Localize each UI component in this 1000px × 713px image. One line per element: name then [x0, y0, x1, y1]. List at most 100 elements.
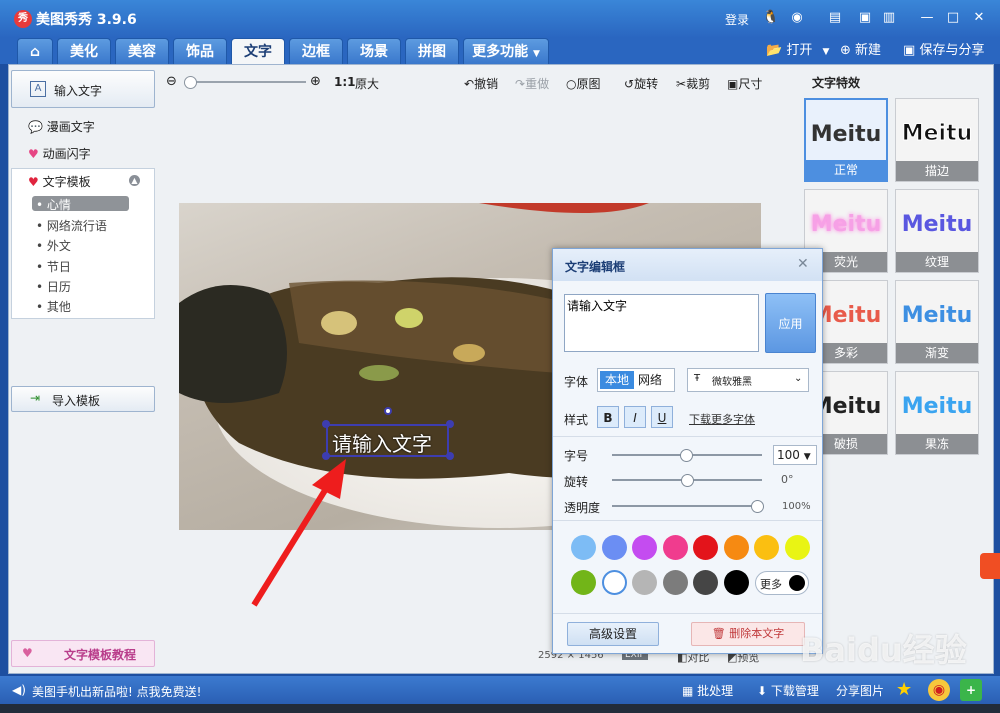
redo-button[interactable]: ↷重做: [515, 75, 549, 92]
color-swatch[interactable]: [784, 535, 810, 560]
download-manager-button[interactable]: ⬇ 下载管理: [757, 682, 819, 699]
message-icon[interactable]: ▣: [856, 9, 874, 27]
star-icon[interactable]: ★: [896, 679, 918, 701]
save-share-button[interactable]: ▣ 保存与分享: [903, 38, 984, 64]
color-swatch[interactable]: [601, 535, 627, 560]
template-item-calendar[interactable]: • 日历: [36, 278, 71, 295]
close-icon[interactable]: ✕: [970, 9, 988, 27]
color-swatch[interactable]: [571, 535, 596, 560]
color-swatch[interactable]: [754, 535, 779, 560]
tab-home[interactable]: ⌂: [17, 38, 53, 64]
color-swatch[interactable]: [571, 570, 596, 595]
effect-tile[interactable]: Meitu 描边: [895, 98, 979, 182]
zoom-slider[interactable]: [186, 81, 306, 83]
size-select[interactable]: 100 ▼: [773, 445, 817, 465]
resize-handle[interactable]: [446, 452, 454, 460]
minimize-icon[interactable]: —: [918, 9, 936, 27]
effect-label: 渐变: [896, 343, 978, 363]
rotate-slider-handle[interactable]: [681, 474, 694, 487]
advanced-settings-button[interactable]: 高级设置: [567, 622, 659, 646]
color-swatch[interactable]: [723, 535, 749, 560]
zoom-ratio[interactable]: 1:1: [334, 75, 356, 89]
maximize-icon[interactable]: □: [944, 9, 962, 27]
weibo-icon[interactable]: ◉: [788, 9, 806, 27]
close-dialog-icon[interactable]: ✕: [797, 256, 809, 272]
font-local-tab[interactable]: 本地: [600, 371, 634, 389]
italic-button[interactable]: I: [624, 406, 646, 428]
effect-tile[interactable]: Meitu 正常: [804, 98, 888, 182]
dialog-header[interactable]: 文字编辑框 ✕: [553, 249, 822, 281]
color-swatch[interactable]: [662, 535, 688, 560]
template-item-mood[interactable]: • 心情: [36, 196, 71, 213]
undo-button[interactable]: ↶撤销: [464, 75, 498, 92]
tab-text[interactable]: 文字: [231, 38, 285, 64]
skin-icon[interactable]: ▤: [826, 9, 844, 27]
tab-frame[interactable]: 边框: [289, 38, 343, 64]
opacity-slider-handle[interactable]: [751, 500, 764, 513]
template-item-holiday[interactable]: • 节日: [36, 258, 71, 275]
bold-button[interactable]: B: [597, 406, 619, 428]
text-input[interactable]: 请输入文字: [564, 294, 759, 352]
new-button[interactable]: ⊕ 新建: [840, 38, 881, 64]
zoom-out-icon[interactable]: ⊖: [166, 74, 177, 89]
rotate-handle[interactable]: [384, 407, 392, 415]
text-selection-box[interactable]: 请输入文字: [326, 424, 449, 457]
color-swatch[interactable]: [723, 570, 749, 595]
effect-tile[interactable]: Meitu 果冻: [895, 371, 979, 455]
weibo-share-icon[interactable]: ◉: [928, 679, 950, 701]
size-button[interactable]: ▣尺寸: [727, 75, 762, 92]
animated-text-item[interactable]: ♥ 动画闪字: [28, 145, 91, 162]
color-swatch[interactable]: [632, 570, 657, 595]
delete-text-button[interactable]: 🗑 删除本文字: [691, 622, 805, 646]
tab-accessories[interactable]: 饰品: [173, 38, 227, 64]
tab-beauty[interactable]: 美容: [115, 38, 169, 64]
zoom-in-icon[interactable]: ⊕: [310, 74, 321, 89]
add-icon[interactable]: +: [960, 679, 982, 701]
color-swatch[interactable]: [693, 535, 718, 560]
rotate-button[interactable]: ↺旋转: [624, 75, 658, 92]
template-tutorial-button[interactable]: ♥ 文字模板教程: [11, 640, 155, 667]
comic-text-item[interactable]: 💬 漫画文字: [28, 118, 95, 135]
font-select[interactable]: Ŧ 微软雅黑 ⌄: [687, 368, 809, 392]
color-swatch[interactable]: [662, 570, 688, 595]
effect-tile[interactable]: Meitu 渐变: [895, 280, 979, 364]
tab-beautify[interactable]: 美化: [57, 38, 111, 64]
share-image-button[interactable]: 分享图片: [836, 682, 884, 699]
original-size-button[interactable]: 原大: [355, 75, 379, 92]
batch-button[interactable]: ▦ 批处理: [682, 682, 733, 699]
template-item-foreign[interactable]: • 外文: [36, 237, 71, 254]
template-header[interactable]: ♥ 文字模板: [28, 173, 91, 190]
tab-scene[interactable]: 场景: [347, 38, 401, 64]
size-slider-handle[interactable]: [680, 449, 693, 462]
collapse-icon[interactable]: ▲: [129, 175, 140, 186]
qq-icon[interactable]: 🐧: [762, 9, 780, 27]
effect-tile[interactable]: Meitu 纹理: [895, 189, 979, 273]
opacity-slider[interactable]: [612, 505, 762, 507]
side-badge[interactable]: [980, 553, 1000, 579]
open-button[interactable]: 📂 打开 ▼: [766, 38, 829, 65]
template-item-internet-slang[interactable]: • 网络流行语: [36, 217, 107, 234]
login-link[interactable]: 登录: [725, 11, 749, 28]
text-a-icon: A: [30, 81, 46, 97]
zoom-slider-handle[interactable]: [184, 76, 197, 89]
font-network-tab[interactable]: 网络: [638, 371, 662, 389]
import-icon: ⇥: [30, 391, 41, 405]
color-swatch[interactable]: [632, 535, 657, 560]
resize-handle[interactable]: [446, 420, 454, 428]
template-item-other[interactable]: • 其他: [36, 298, 71, 315]
tab-more-features[interactable]: 更多功能 ▼: [463, 38, 549, 64]
download-fonts-link[interactable]: 下载更多字体: [689, 411, 755, 427]
color-swatch[interactable]: [693, 570, 718, 595]
apply-button[interactable]: 应用: [765, 293, 816, 353]
color-swatch[interactable]: [601, 570, 627, 595]
tab-collage[interactable]: 拼图: [405, 38, 459, 64]
underline-button[interactable]: U: [651, 406, 673, 428]
resize-handle[interactable]: [322, 420, 330, 428]
original-image-button[interactable]: ○原图: [566, 75, 601, 92]
input-text-button[interactable]: A 输入文字: [11, 70, 155, 108]
crop-button[interactable]: ✂裁剪: [676, 75, 710, 92]
menu-icon[interactable]: ▥: [880, 9, 898, 27]
import-template-button[interactable]: ⇥ 导入模板: [11, 386, 155, 412]
more-colors-button[interactable]: 更多: [755, 571, 809, 595]
promo-link[interactable]: 美图手机出新品啦! 点我免费送!: [32, 683, 201, 700]
